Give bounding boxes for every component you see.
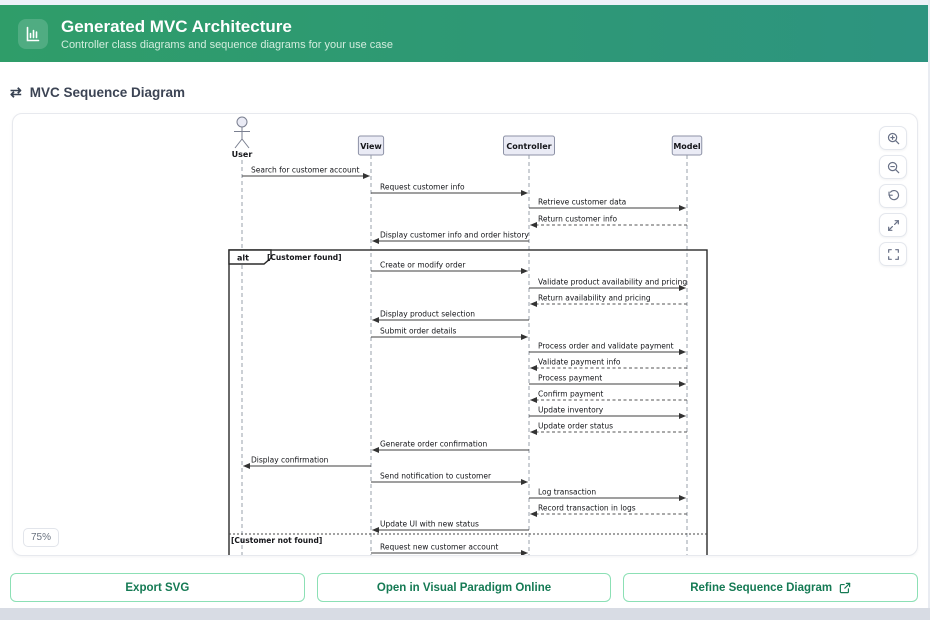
svg-text:User: User xyxy=(232,150,253,159)
bottom-strip xyxy=(0,608,930,620)
svg-text:Display confirmation: Display confirmation xyxy=(251,456,329,465)
page-subtitle: Controller class diagrams and sequence d… xyxy=(61,39,393,51)
zoom-in-button[interactable] xyxy=(879,126,907,150)
reset-view-button[interactable] xyxy=(879,184,907,208)
svg-text:Search for customer account: Search for customer account xyxy=(251,166,359,175)
svg-text:Update order status: Update order status xyxy=(538,422,613,431)
svg-text:Request new customer account: Request new customer account xyxy=(380,543,498,552)
svg-text:Generate order confirmation: Generate order confirmation xyxy=(380,440,487,449)
open-visual-paradigm-button[interactable]: Open in Visual Paradigm Online xyxy=(317,573,612,602)
svg-text:Validate product availability: Validate product availability and pricin… xyxy=(538,278,687,287)
svg-text:Record transaction in logs: Record transaction in logs xyxy=(538,504,636,513)
svg-text:Update inventory: Update inventory xyxy=(538,406,604,415)
page-header: Generated MVC Architecture Controller cl… xyxy=(0,5,928,62)
section-title-row: ⇄ MVC Sequence Diagram xyxy=(10,84,928,101)
external-link-icon xyxy=(839,582,851,594)
header-text: Generated MVC Architecture Controller cl… xyxy=(61,17,393,51)
export-svg-button[interactable]: Export SVG xyxy=(10,573,305,602)
page-title: Generated MVC Architecture xyxy=(61,17,393,37)
export-svg-label: Export SVG xyxy=(125,582,189,594)
app-container: Generated MVC Architecture Controller cl… xyxy=(0,0,928,608)
svg-text:Send notification to customer: Send notification to customer xyxy=(380,472,492,481)
bar-chart-icon xyxy=(18,19,48,49)
svg-text:Process order and validate pay: Process order and validate payment xyxy=(538,342,674,351)
refine-diagram-label: Refine Sequence Diagram xyxy=(690,582,832,594)
svg-text:Submit order details: Submit order details xyxy=(380,327,456,336)
svg-text:Controller: Controller xyxy=(506,142,551,151)
svg-text:Return customer info: Return customer info xyxy=(538,215,617,224)
zoom-out-icon xyxy=(887,161,900,174)
svg-text:Validate payment info: Validate payment info xyxy=(538,358,621,367)
expand-icon xyxy=(887,219,900,232)
svg-text:Log transaction: Log transaction xyxy=(538,488,596,497)
svg-text:Retrieve customer data: Retrieve customer data xyxy=(538,198,626,207)
fullscreen-button[interactable] xyxy=(879,242,907,266)
swap-arrows-icon: ⇄ xyxy=(10,84,22,101)
zoom-out-button[interactable] xyxy=(879,155,907,179)
svg-text:Display product selection: Display product selection xyxy=(380,310,475,319)
svg-text:Create or modify order: Create or modify order xyxy=(380,261,466,270)
diagram-controls xyxy=(879,126,907,266)
refine-diagram-button[interactable]: Refine Sequence Diagram xyxy=(623,573,918,602)
svg-text:Model: Model xyxy=(673,142,701,151)
svg-text:View: View xyxy=(360,142,382,151)
sequence-diagram[interactable]: User View Controller Model alt [Customer foun… xyxy=(13,114,917,556)
footer-actions: Export SVG Open in Visual Paradigm Onlin… xyxy=(10,573,918,602)
reset-view-icon xyxy=(887,190,900,203)
svg-text:Process payment: Process payment xyxy=(538,374,602,383)
svg-text:[Customer found]: [Customer found] xyxy=(267,253,342,262)
zoom-in-icon xyxy=(887,132,900,145)
fullscreen-icon xyxy=(887,248,900,261)
svg-text:alt: alt xyxy=(237,254,249,263)
svg-text:Display customer info and orde: Display customer info and order history xyxy=(380,231,529,240)
expand-button[interactable] xyxy=(879,213,907,237)
svg-text:Request customer info: Request customer info xyxy=(380,183,465,192)
svg-text:Return availability and pricin: Return availability and pricing xyxy=(538,294,651,303)
open-visual-paradigm-label: Open in Visual Paradigm Online xyxy=(377,582,551,594)
svg-text:[Customer not found]: [Customer not found] xyxy=(231,536,322,545)
zoom-level-badge: 75% xyxy=(23,528,59,547)
svg-text:Update UI with new status: Update UI with new status xyxy=(380,520,479,529)
section-title: MVC Sequence Diagram xyxy=(30,85,185,100)
diagram-panel: User View Controller Model alt [Customer foun… xyxy=(12,113,918,556)
svg-text:Confirm payment: Confirm payment xyxy=(538,390,603,399)
